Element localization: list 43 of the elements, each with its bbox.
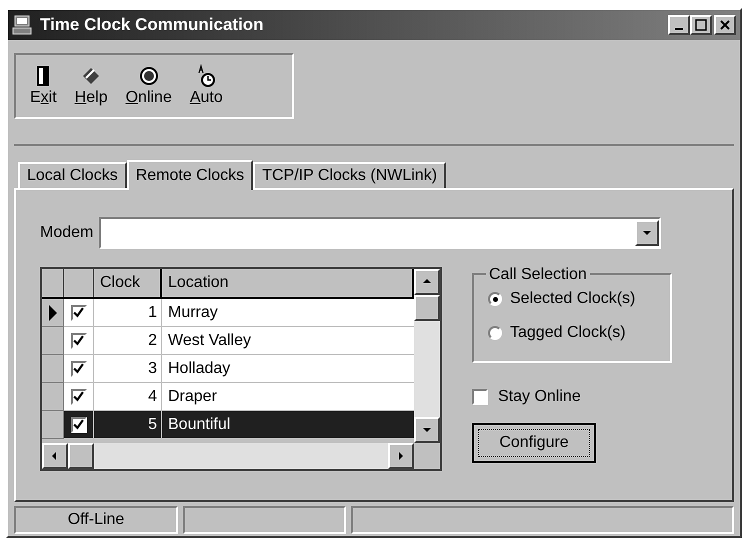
row-header[interactable] [42, 299, 64, 327]
scroll-down-button[interactable] [414, 417, 440, 443]
minimize-button[interactable] [668, 15, 690, 35]
column-header[interactable]: Clock [94, 269, 162, 297]
scroll-up-button[interactable] [414, 269, 440, 295]
maximize-button[interactable] [690, 15, 712, 35]
table-row[interactable]: 2 West Valley [42, 327, 414, 355]
checkbox-label: Stay Online [498, 387, 581, 407]
radio-option[interactable]: Selected Clock(s) [488, 287, 670, 311]
table-row[interactable]: 5 Bountiful [42, 411, 414, 439]
toolbar-button[interactable]: Help [68, 64, 114, 108]
vertical-scrollbar[interactable] [414, 269, 440, 443]
close-icon [719, 19, 731, 31]
scroll-left-button[interactable] [42, 443, 68, 469]
close-button[interactable] [714, 15, 736, 35]
window-title: Time Clock Communication [40, 14, 265, 36]
configure-button[interactable]: Configure [472, 423, 596, 463]
toolbar-button[interactable]: Online [120, 64, 178, 108]
scroll-thumb[interactable] [68, 443, 94, 469]
dropdown-arrow-button[interactable] [635, 220, 660, 246]
table-cell: 5 [94, 411, 162, 439]
table-row[interactable]: 3 Holladay [42, 355, 414, 383]
tab[interactable]: TCP/IP Clocks (NWLink) [253, 162, 446, 188]
scroll-right-button[interactable] [388, 443, 414, 469]
computer-icon [12, 15, 32, 35]
tag-checkbox[interactable] [70, 416, 86, 432]
maximize-icon [695, 19, 707, 31]
stay-online-checkbox[interactable] [472, 389, 488, 405]
minimize-icon [675, 28, 683, 30]
tab[interactable]: Remote Clocks [126, 160, 254, 190]
tab[interactable]: Local Clocks [18, 162, 127, 188]
horizontal-scrollbar[interactable] [42, 443, 414, 469]
modem-dropdown[interactable] [99, 217, 662, 249]
toolbar-button[interactable]: Exit [24, 64, 63, 108]
status-panel: Off-Line [14, 506, 178, 534]
record-icon [138, 64, 160, 88]
toolbar-button[interactable]: Auto [184, 64, 229, 108]
current-row-icon [48, 304, 58, 320]
modem-label: Modem [40, 223, 94, 243]
table-row[interactable]: 4 Draper [42, 383, 414, 411]
radio-option[interactable]: Tagged Clock(s) [488, 321, 670, 345]
scroll-thumb[interactable] [414, 295, 440, 321]
table-row[interactable]: 1 Murray [42, 299, 414, 327]
